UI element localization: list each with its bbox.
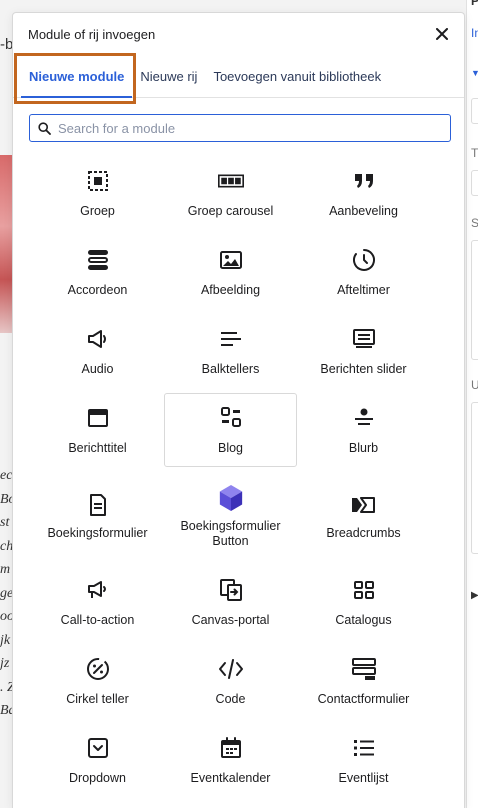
breadcrumbs-icon [351,492,377,518]
blog-icon [218,405,244,431]
module-tile-berichttitel[interactable]: Berichttitel [31,391,164,470]
module-search [29,114,451,142]
module-tile-call-to-action[interactable]: Call-to-action [31,563,164,642]
cube-logo-icon [218,484,244,511]
settings-panel: P In ▼ Ti Sa U ▶ [466,0,478,808]
module-tile-blog[interactable]: Blog [164,393,297,467]
tab-add-from-library[interactable]: Toevoegen vanuit bibliotheek [205,55,389,97]
module-tile-cirkel-teller[interactable]: Cirkel teller [31,642,164,721]
module-tile-breadcrumbs[interactable]: Breadcrumbs [297,470,430,563]
module-tile-eventkalender[interactable]: Eventkalender [164,721,297,800]
modal-title: Module of rij invoegen [28,26,156,42]
panel-textarea[interactable] [471,240,478,360]
module-tile-boekingsformulier[interactable]: Boekingsformulier [31,470,164,563]
calendar-icon [218,735,244,761]
module-tile-groep[interactable]: Groep [31,154,164,233]
background-image [0,155,12,333]
expand-arrow-icon[interactable]: ▶ [471,590,478,601]
module-tile-boekingsformulier-button[interactable]: Boekingsformulier Button [164,470,297,563]
post-title-icon [85,405,111,431]
bar-counters-icon [218,326,244,352]
module-tile-eventlijst[interactable]: Eventlijst [297,721,430,800]
modal-header: Module of rij invoegen [13,13,464,55]
search-input[interactable] [58,120,442,136]
module-tile-balktellers[interactable]: Balktellers [164,312,297,391]
close-icon [436,28,448,40]
contact-form-icon [351,656,377,682]
close-button[interactable] [432,24,452,44]
panel-field[interactable] [471,170,478,196]
post-slider-icon [351,326,377,352]
search-icon [38,121,51,135]
module-tile-catalogus[interactable]: Catalogus [297,563,430,642]
module-tile-aanbeveling[interactable]: Aanbeveling [297,154,430,233]
clock-icon [351,247,377,273]
accordion-icon [85,247,111,273]
panel-field[interactable] [471,402,478,554]
module-tile-accordeon[interactable]: Accordeon [31,233,164,312]
tab-new-module[interactable]: Nieuwe module [21,55,133,98]
module-grid: Groep Groep carousel Aanbeveling Accorde… [13,154,464,800]
quote-icon [351,168,377,194]
modal-tabs: Nieuwe module Nieuwe rij Toevoegen vanui… [13,55,464,98]
dropdown-icon [85,735,111,761]
background-text: ec Bo st ch m ge oo jk jz . Z Ba [0,468,12,718]
group-carousel-icon [217,168,244,194]
group-icon [85,168,111,194]
collapse-arrow-icon[interactable]: ▼ [471,68,478,78]
module-tile-dropdown[interactable]: Dropdown [31,721,164,800]
insert-module-modal: Module of rij invoegen Nieuwe module Nie… [12,12,465,808]
module-tile-groep-carousel[interactable]: Groep carousel [164,154,297,233]
speaker-icon [85,326,111,352]
tab-new-row[interactable]: Nieuwe rij [132,55,205,97]
module-tile-audio[interactable]: Audio [31,312,164,391]
event-list-icon [351,735,377,761]
image-icon [218,247,244,273]
module-tile-blurb[interactable]: Blurb [297,391,430,470]
module-tile-afteltimer[interactable]: Afteltimer [297,233,430,312]
megaphone-icon [85,577,111,603]
canvas-portal-icon [218,577,244,603]
module-tile-contactformulier[interactable]: Contactformulier [297,642,430,721]
code-icon [218,656,244,682]
module-tile-canvas-portal[interactable]: Canvas-portal [164,563,297,642]
blurb-icon [351,405,377,431]
module-tile-berichten-slider[interactable]: Berichten slider [297,312,430,391]
circle-counter-icon [85,656,111,682]
catalog-icon [351,577,377,603]
module-tile-afbeelding[interactable]: Afbeelding [164,233,297,312]
panel-field[interactable] [471,98,478,124]
booking-form-icon [85,492,111,518]
module-tile-code[interactable]: Code [164,642,297,721]
